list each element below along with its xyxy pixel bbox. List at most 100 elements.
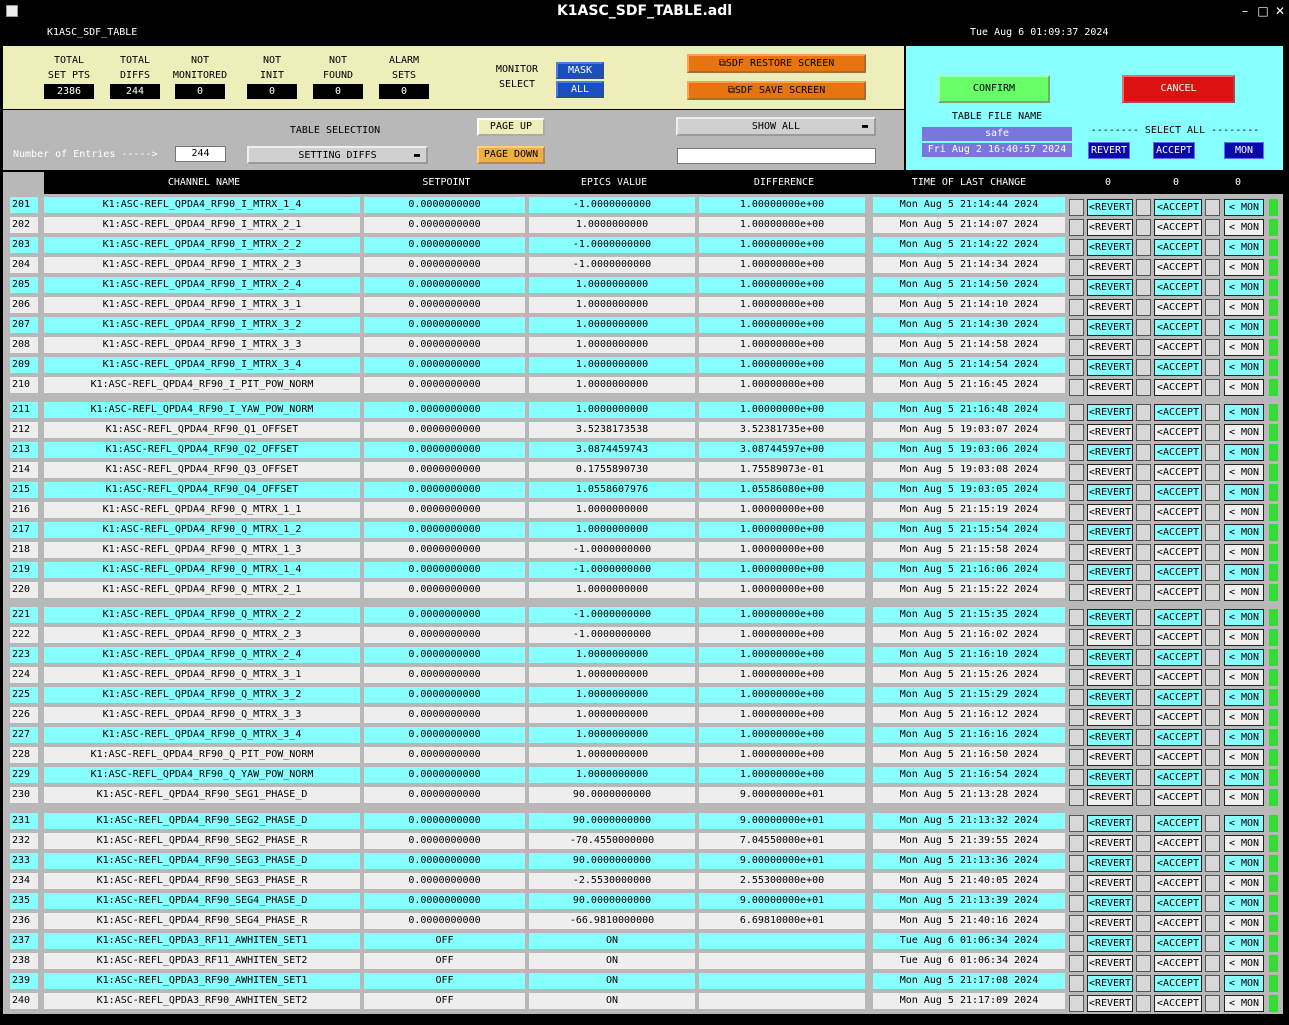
mon-checkbox[interactable] [1205,299,1220,316]
mon-checkbox[interactable] [1205,749,1220,766]
revert-button[interactable]: <REVERT [1087,319,1133,336]
revert-checkbox[interactable] [1069,915,1084,932]
mon-checkbox[interactable] [1205,955,1220,972]
accept-button[interactable]: <ACCEPT [1154,669,1202,686]
revert-checkbox[interactable] [1069,319,1084,336]
accept-button[interactable]: <ACCEPT [1154,895,1202,912]
mon-checkbox[interactable] [1205,709,1220,726]
mon-button[interactable]: < MON [1224,319,1264,336]
mon-button[interactable]: < MON [1224,815,1264,832]
revert-button[interactable]: <REVERT [1087,339,1133,356]
revert-checkbox[interactable] [1069,299,1084,316]
mon-button[interactable]: < MON [1224,564,1264,581]
accept-button[interactable]: <ACCEPT [1154,544,1202,561]
mon-checkbox[interactable] [1205,855,1220,872]
accept-button[interactable]: <ACCEPT [1154,875,1202,892]
mon-button[interactable]: < MON [1224,915,1264,932]
accept-checkbox[interactable] [1136,444,1151,461]
revert-button[interactable]: <REVERT [1087,729,1133,746]
accept-checkbox[interactable] [1136,319,1151,336]
accept-button[interactable]: <ACCEPT [1154,444,1202,461]
accept-checkbox[interactable] [1136,789,1151,806]
mon-checkbox[interactable] [1205,404,1220,421]
revert-checkbox[interactable] [1069,649,1084,666]
accept-button[interactable]: <ACCEPT [1154,484,1202,501]
mon-checkbox[interactable] [1205,259,1220,276]
mon-button[interactable]: < MON [1224,359,1264,376]
accept-checkbox[interactable] [1136,259,1151,276]
accept-button[interactable]: <ACCEPT [1154,424,1202,441]
accept-checkbox[interactable] [1136,299,1151,316]
cancel-button[interactable]: CANCEL [1122,75,1235,103]
revert-button[interactable]: <REVERT [1087,404,1133,421]
mon-checkbox[interactable] [1205,769,1220,786]
accept-button[interactable]: <ACCEPT [1154,629,1202,646]
mon-checkbox[interactable] [1205,484,1220,501]
mon-checkbox[interactable] [1205,609,1220,626]
mon-checkbox[interactable] [1205,915,1220,932]
revert-checkbox[interactable] [1069,199,1084,216]
accept-checkbox[interactable] [1136,875,1151,892]
accept-checkbox[interactable] [1136,424,1151,441]
window-app-icon[interactable] [6,5,18,17]
revert-checkbox[interactable] [1069,584,1084,601]
filter-input[interactable] [677,148,876,164]
revert-button[interactable]: <REVERT [1087,584,1133,601]
mon-checkbox[interactable] [1205,424,1220,441]
show-all-dropdown[interactable]: SHOW ALL ▬ [676,117,876,136]
revert-button[interactable]: <REVERT [1087,524,1133,541]
revert-checkbox[interactable] [1069,219,1084,236]
revert-checkbox[interactable] [1069,995,1084,1012]
revert-checkbox[interactable] [1069,815,1084,832]
mon-checkbox[interactable] [1205,995,1220,1012]
accept-button[interactable]: <ACCEPT [1154,259,1202,276]
mon-button[interactable]: < MON [1224,584,1264,601]
accept-button[interactable]: <ACCEPT [1154,995,1202,1012]
accept-button[interactable]: <ACCEPT [1154,219,1202,236]
revert-button[interactable]: <REVERT [1087,915,1133,932]
mon-checkbox[interactable] [1205,239,1220,256]
revert-button[interactable]: <REVERT [1087,875,1133,892]
revert-button[interactable]: <REVERT [1087,815,1133,832]
mon-checkbox[interactable] [1205,464,1220,481]
accept-button[interactable]: <ACCEPT [1154,709,1202,726]
revert-button[interactable]: <REVERT [1087,935,1133,952]
mon-button[interactable]: < MON [1224,444,1264,461]
revert-button[interactable]: <REVERT [1087,359,1133,376]
revert-checkbox[interactable] [1069,404,1084,421]
accept-button[interactable]: <ACCEPT [1154,609,1202,626]
revert-button[interactable]: <REVERT [1087,669,1133,686]
table-selection-dropdown[interactable]: SETTING DIFFS ▬ [247,146,428,164]
revert-button[interactable]: <REVERT [1087,379,1133,396]
accept-checkbox[interactable] [1136,649,1151,666]
select-all-mon-button[interactable]: MON [1224,142,1264,159]
revert-checkbox[interactable] [1069,544,1084,561]
revert-button[interactable]: <REVERT [1087,855,1133,872]
accept-button[interactable]: <ACCEPT [1154,955,1202,972]
accept-checkbox[interactable] [1136,524,1151,541]
revert-button[interactable]: <REVERT [1087,484,1133,501]
mon-checkbox[interactable] [1205,279,1220,296]
revert-checkbox[interactable] [1069,935,1084,952]
revert-button[interactable]: <REVERT [1087,279,1133,296]
accept-checkbox[interactable] [1136,689,1151,706]
mon-button[interactable]: < MON [1224,975,1264,992]
accept-checkbox[interactable] [1136,995,1151,1012]
revert-button[interactable]: <REVERT [1087,895,1133,912]
accept-button[interactable]: <ACCEPT [1154,339,1202,356]
accept-checkbox[interactable] [1136,709,1151,726]
mon-button[interactable]: < MON [1224,995,1264,1012]
mon-button[interactable]: < MON [1224,484,1264,501]
mon-checkbox[interactable] [1205,789,1220,806]
accept-checkbox[interactable] [1136,584,1151,601]
mon-button[interactable]: < MON [1224,955,1264,972]
mon-checkbox[interactable] [1205,359,1220,376]
accept-button[interactable]: <ACCEPT [1154,524,1202,541]
mon-checkbox[interactable] [1205,835,1220,852]
mon-checkbox[interactable] [1205,815,1220,832]
mon-checkbox[interactable] [1205,649,1220,666]
confirm-button[interactable]: CONFIRM [938,75,1050,103]
revert-checkbox[interactable] [1069,895,1084,912]
mon-button[interactable]: < MON [1224,424,1264,441]
revert-checkbox[interactable] [1069,609,1084,626]
